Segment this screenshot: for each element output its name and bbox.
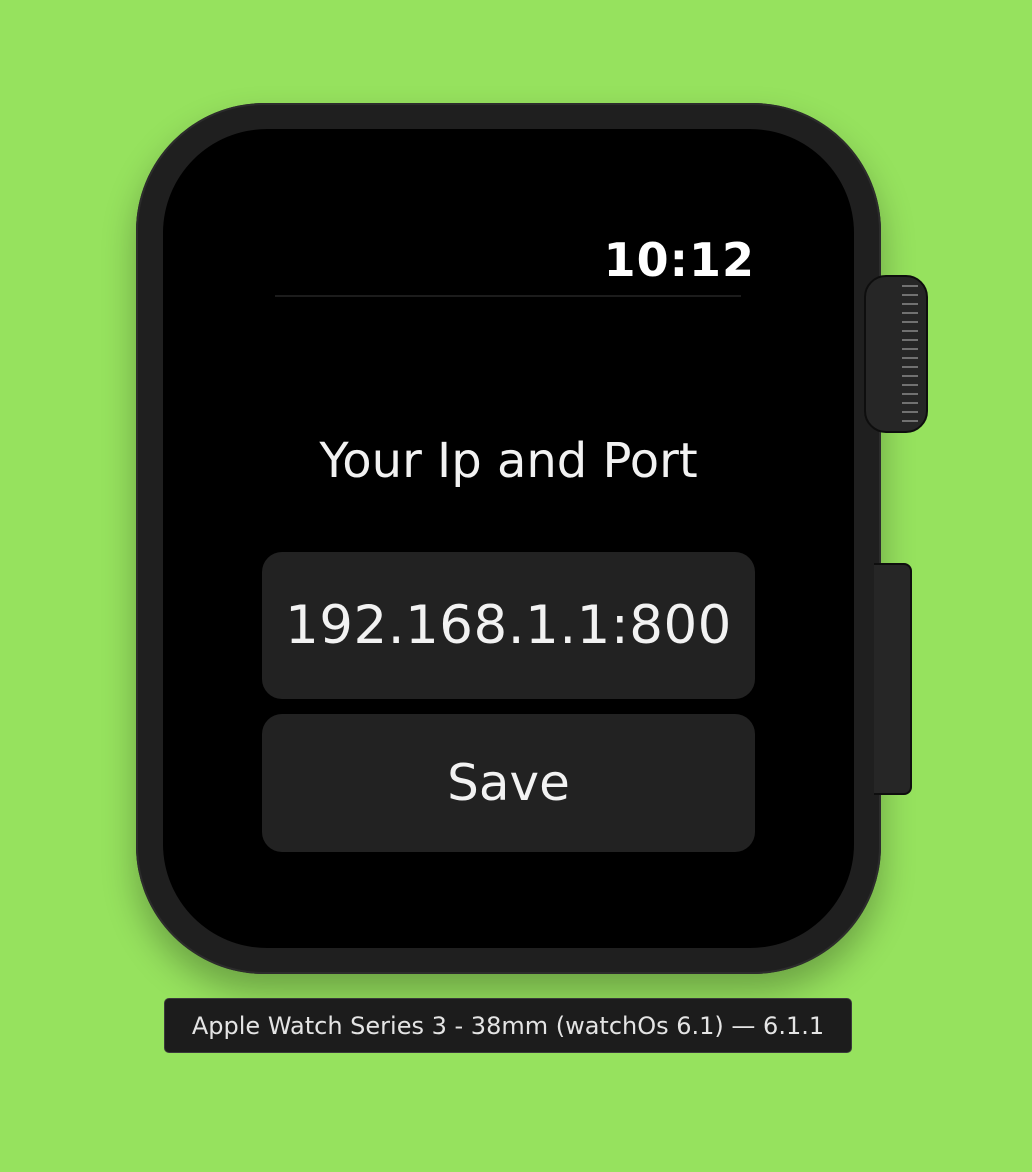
ip-port-field[interactable]: 192.168.1.1:800	[262, 552, 755, 699]
device-label: Apple Watch Series 3 - 38mm (watchOs 6.1…	[164, 998, 852, 1053]
status-time: 10:12	[603, 233, 755, 287]
page-heading: Your Ip and Port	[319, 433, 698, 489]
status-divider	[275, 295, 741, 297]
digital-crown[interactable]	[864, 275, 928, 433]
side-button[interactable]	[874, 563, 912, 795]
watch-screen: 10:12 Your Ip and Port 192.168.1.1:800 S…	[163, 129, 854, 948]
save-button[interactable]: Save	[262, 714, 755, 852]
crown-ridges	[902, 285, 918, 425]
